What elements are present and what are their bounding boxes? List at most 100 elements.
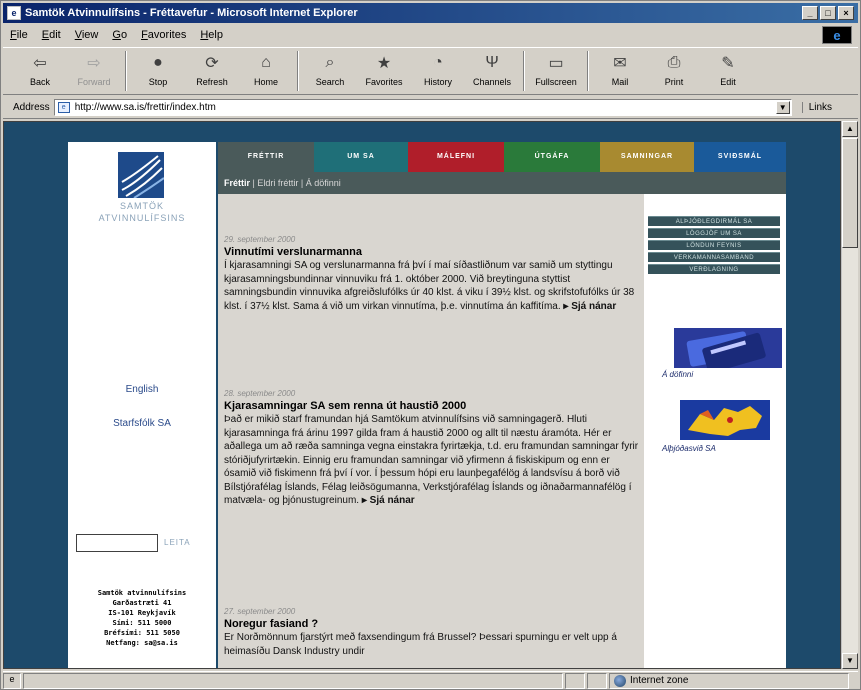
menu-edit[interactable]: Edit — [35, 29, 68, 41]
news-column: 29. september 2000 Vinnutími verslunarma… — [218, 194, 644, 668]
ie-throbber-icon: e — [822, 26, 852, 44]
credit-card-icon[interactable] — [674, 328, 782, 368]
menu-bar: File Edit View Go Favorites Help e — [3, 25, 858, 45]
address-dropdown-button[interactable]: ▼ — [775, 101, 790, 114]
toolbar-separator — [523, 51, 525, 91]
nav-tab[interactable]: SAMNINGAR — [600, 142, 694, 172]
right-link-button[interactable]: LÖNDUN FEYNIS — [648, 240, 780, 250]
right-link-button[interactable]: VERÐLAGNING — [648, 264, 780, 274]
toolbar-button-label: Forward — [77, 77, 111, 87]
nav-tab[interactable]: MÁLEFNI — [408, 142, 504, 172]
logo-text-line-2: ATVINNULÍFSINS — [98, 213, 186, 223]
article-headline[interactable]: Vinnutími verslunarmanna — [224, 245, 640, 259]
menu-file[interactable]: File — [3, 29, 35, 41]
right-link-button[interactable]: ALÞJÓÐLEGDIRMÁL SA — [648, 216, 780, 226]
address-bar: Address e http://www.sa.is/frettir/index… — [3, 97, 858, 119]
toolbar-button-label: Refresh — [196, 77, 228, 87]
contact-line: Sími: 511 5000 — [112, 619, 172, 627]
scroll-down-button[interactable]: ▼ — [842, 653, 858, 669]
refresh-button[interactable]: ⟳ Refresh — [185, 48, 239, 94]
address-url: http://www.sa.is/frettir/index.htm — [74, 102, 216, 113]
nav-tab[interactable]: ÚTGÁFA — [504, 142, 600, 172]
article-date: 27. september 2000 — [224, 607, 296, 616]
news-article: 29. september 2000 Vinnutími verslunarma… — [224, 234, 640, 313]
sa-logo-icon[interactable] — [118, 152, 164, 198]
nav-tab[interactable]: FRÉTTIR — [218, 142, 314, 172]
search-button[interactable]: ⌕ Search — [303, 48, 357, 94]
close-button[interactable]: × — [838, 6, 854, 20]
logo-text-line-1: SAMTÖK — [119, 201, 164, 211]
print-button[interactable]: ⎙ Print — [647, 48, 701, 94]
toolbar-separator — [125, 51, 127, 91]
toolbar-button-label: Edit — [720, 77, 736, 87]
read-more-link[interactable]: ▸ Sjá nánar — [563, 301, 616, 312]
nav-tab[interactable]: UM SA — [314, 142, 408, 172]
address-input[interactable]: e http://www.sa.is/frettir/index.htm ▼ — [53, 99, 792, 116]
toolbar-button-label: Home — [253, 77, 278, 87]
menu-help[interactable]: Help — [193, 29, 230, 41]
menu-view[interactable]: View — [68, 29, 106, 41]
scroll-up-button[interactable]: ▲ — [842, 121, 858, 137]
right-link-button[interactable]: LÖGGJÖF UM SA — [648, 228, 780, 238]
toolbar-separator — [587, 51, 589, 91]
back-button[interactable]: ⇦ Back — [13, 48, 67, 94]
edit-button[interactable]: ✎ Edit — [701, 48, 755, 94]
right-column: ALÞJÓÐLEGDIRMÁL SA LÖGGJÖF UM SA LÖNDUN … — [644, 194, 786, 668]
vertical-scrollbar[interactable]: ▲ ▼ — [841, 121, 858, 669]
search-button[interactable]: LEITA — [164, 534, 191, 552]
subnav-active-item[interactable]: Fréttir — [224, 178, 250, 188]
staff-link[interactable]: Starfsfólk SA — [68, 418, 216, 429]
stop-button[interactable]: ● Stop — [131, 48, 185, 94]
contact-line: Netfang: sa@sa.is — [106, 639, 178, 647]
main-navigation: FRÉTTIR UM SA MÁLEFNI ÚTGÁFA SAMNINGAR SVIÐSM… — [218, 142, 786, 172]
forward-arrow-icon: ⇨ — [87, 55, 101, 72]
minimize-button[interactable]: _ — [802, 6, 818, 20]
europe-map-icon[interactable] — [680, 400, 770, 440]
read-more-link[interactable]: ▸ Sjá nánar — [362, 495, 415, 506]
subnav-items[interactable]: | Eldri fréttir | Á döfinni — [253, 178, 341, 188]
forward-button[interactable]: ⇨ Forward — [67, 48, 121, 94]
history-button[interactable]: ◔ History — [411, 48, 465, 94]
english-link[interactable]: English — [68, 384, 216, 395]
fullscreen-button[interactable]: ▭ Fullscreen — [529, 48, 583, 94]
nav-tab[interactable]: SVIÐSMÁL — [694, 142, 786, 172]
ie-app-icon[interactable]: e — [7, 6, 21, 20]
contact-line: IS-101 Reykjavík — [108, 609, 176, 617]
article-date: 29. september 2000 — [224, 235, 296, 244]
status-cell — [565, 672, 585, 689]
mail-button[interactable]: ✉ Mail — [593, 48, 647, 94]
menu-go[interactable]: Go — [105, 29, 134, 41]
news-article: 28. september 2000 Kjarasamningar SA sem… — [224, 388, 640, 508]
links-button[interactable]: Links — [801, 102, 832, 113]
image-label[interactable]: Alþjóðasvið SA — [662, 444, 716, 453]
image-label[interactable]: Á döfinni — [662, 370, 693, 379]
favorites-button[interactable]: ★ Favorites — [357, 48, 411, 94]
site-search-input[interactable] — [76, 534, 158, 552]
toolbar-button-label: Stop — [148, 77, 168, 87]
globe-icon — [614, 674, 626, 687]
maximize-button[interactable]: □ — [820, 6, 836, 20]
home-button[interactable]: ⌂ Home — [239, 48, 293, 94]
page-icon: e — [57, 102, 70, 113]
contact-info: Samtök atvinnulífsins Garðastræti 41 IS-10… — [68, 588, 216, 648]
home-icon: ⌂ — [261, 54, 271, 71]
channels-button[interactable]: Ψ Channels — [465, 48, 519, 94]
right-link-button[interactable]: VERKAMANNASAMBAND — [648, 252, 780, 262]
browser-window: e Samtök Atvinnulífsins - Fréttavefur - … — [0, 0, 861, 690]
toolbar-button-label: History — [423, 77, 452, 87]
sub-navigation: Fréttir | Eldri fréttir | Á döfinni — [218, 172, 786, 194]
toolbar-separator — [297, 51, 299, 91]
zone-label: Internet zone — [630, 675, 689, 686]
fullscreen-icon: ▭ — [548, 55, 564, 72]
history-icon: ◔ — [433, 54, 443, 71]
security-zone: Internet zone — [609, 672, 849, 689]
menu-favorites[interactable]: Favorites — [134, 29, 193, 41]
toolbar-button-label: Fullscreen — [535, 77, 577, 87]
toolbar-button-label: Print — [664, 77, 684, 87]
article-headline[interactable]: Noregur fasiand ? — [224, 617, 640, 631]
mail-icon: ✉ — [613, 55, 627, 72]
article-headline[interactable]: Kjarasamningar SA sem renna út haustið 2… — [224, 399, 640, 413]
scroll-thumb[interactable] — [842, 138, 858, 248]
page-viewport: SAMTÖK ATVINNULÍFSINS English Starfsfólk… — [3, 121, 841, 669]
status-page-icon: e — [3, 672, 21, 689]
